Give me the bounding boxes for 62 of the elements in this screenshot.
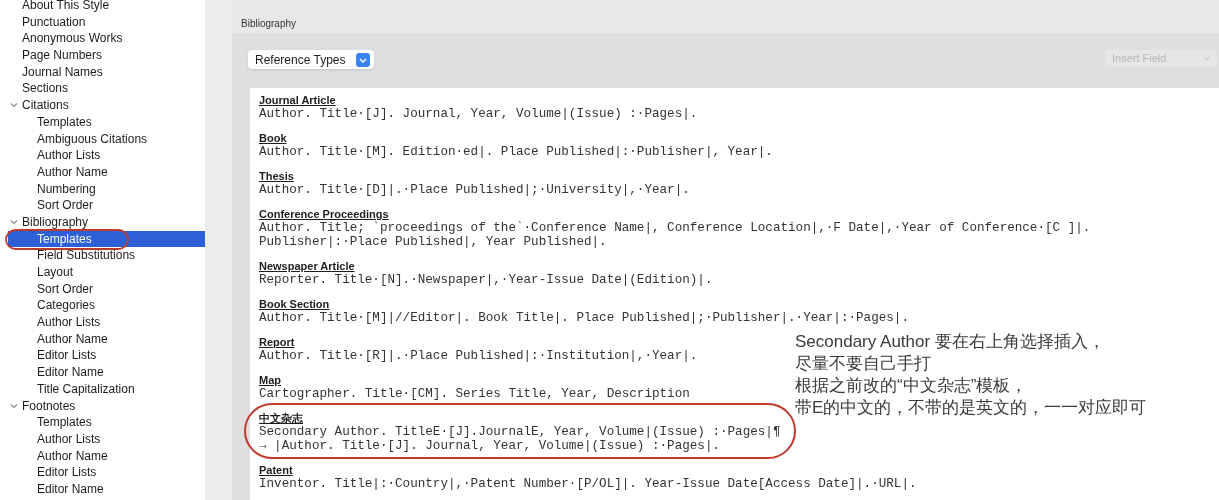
template-text: Author. Title·[R]|.·Place Published|:·Institution|,·Year|. xyxy=(259,349,698,363)
template-text: → |Author. Title·[J]. Journal, Year, Volume|(Issue) :·Pages|. xyxy=(259,439,720,453)
chevron-down-icon xyxy=(1203,56,1210,61)
template-text: Inventor. Title|:·Country|,·Patent Number·[P/OL]|. Year-Issue Date[Access Date]|.·URL|. xyxy=(259,477,917,491)
template-heading: Report xyxy=(259,335,295,349)
sidebar-item[interactable]: Author Lists xyxy=(8,147,205,164)
template-heading: Journal Article xyxy=(259,93,336,107)
chevron-icon xyxy=(10,401,18,410)
template-text: Author. Title; `proceedings of the`·Conference Name|, Conference Location|,·F Date|,·Year of Conference·[C ]|. Publisher|:·Place Published|, Year Published|. xyxy=(259,221,1092,249)
template-text: Author. Title·[M]. Edition·ed|. Place Published|:·Publisher|, Year|. xyxy=(259,145,773,159)
sidebar-item[interactable]: Categories xyxy=(8,297,205,315)
sidebar-item[interactable]: Templates xyxy=(8,113,205,131)
chevron-icon xyxy=(10,218,18,227)
annotation-text: 根据之前改的“中文杂志”模板， xyxy=(795,375,1029,397)
sidebar-item[interactable]: Field Substitutions xyxy=(8,247,205,264)
sidebar-group[interactable]: Citations xyxy=(8,97,205,114)
template-heading: 中文杂志 xyxy=(259,411,303,425)
annotation-text: Secondary Author 要在右上角选择插入， xyxy=(795,331,1106,353)
sidebar-item[interactable]: Author Lists xyxy=(8,314,205,331)
chevron-icon xyxy=(10,101,18,110)
sidebar-item[interactable]: Ambiguous Citations xyxy=(8,130,205,148)
template-heading: Patent xyxy=(259,463,293,477)
sidebar-item[interactable]: Author Name xyxy=(8,447,205,465)
sidebar-item[interactable]: Anonymous Works xyxy=(8,30,205,48)
sidebar-item[interactable]: Templates xyxy=(8,414,205,431)
sidebar-item[interactable]: Author Name xyxy=(8,330,205,348)
sidebar-item[interactable]: Sections xyxy=(8,80,205,98)
sidebar-item[interactable]: Page Numbers xyxy=(8,47,205,64)
template-heading: Newspaper Article xyxy=(259,259,355,273)
sidebar-item[interactable]: Editor Lists xyxy=(8,347,205,365)
chevron-down-icon xyxy=(355,52,370,67)
sidebar-item[interactable]: Numbering xyxy=(8,180,205,198)
sidebar-item[interactable]: Title Capitalization xyxy=(8,380,205,398)
reference-types-dropdown[interactable]: Reference Types xyxy=(248,50,374,69)
sidebar-item[interactable]: Editor Name xyxy=(8,364,205,381)
sidebar-item[interactable]: Author Lists xyxy=(8,430,205,448)
sidebar-item[interactable]: Editor Name xyxy=(8,480,205,498)
sidebar-item[interactable]: Journal Names xyxy=(8,63,205,81)
sidebar-item[interactable]: Sort Order xyxy=(8,280,205,298)
template-text: Author. Title·[M]|//Editor|. Book Title|. Place Published|;·Publisher|.·Year|:·Pages|. xyxy=(259,311,909,325)
sidebar-item[interactable]: Punctuation xyxy=(8,13,205,31)
sidebar-item[interactable]: About This Style xyxy=(8,0,205,14)
sidebar-item[interactable]: Editor Lists xyxy=(8,464,205,481)
template-heading: Map xyxy=(259,373,281,387)
annotation-text: 带E的中文的，不带的是英文的，一一对应即可 xyxy=(795,397,1147,419)
sidebar-item[interactable]: Author Name xyxy=(8,163,205,181)
template-text: Secondary Author. TitleE·[J].JournalE, Year, Volume|(Issue) :·Pages|¶ xyxy=(259,425,781,439)
sidebar-group[interactable]: Bibliography xyxy=(8,213,205,231)
template-text: Reporter. Title·[N].·Newspaper|,·Year-Issue Date|(Edition)|. xyxy=(259,273,713,287)
template-heading: Book xyxy=(259,131,287,145)
template-heading: Thesis xyxy=(259,169,294,183)
template-heading: Conference Proceedings xyxy=(259,207,389,221)
sidebar-group[interactable]: Footnotes xyxy=(8,397,205,415)
sidebar-item[interactable]: Templates xyxy=(8,230,205,248)
template-text: Cartographer. Title·[CM]. Series Title, Year, Description xyxy=(259,387,690,401)
template-text: Author. Title·[J]. Journal, Year, Volume|(Issue) :·Pages|. xyxy=(259,107,698,121)
annotation-text: 尽量不要自己手打 xyxy=(795,353,932,375)
sidebar-item[interactable]: Layout xyxy=(8,264,205,281)
sidebar-item[interactable]: Sort Order xyxy=(8,197,205,214)
template-heading: Book Section xyxy=(259,297,330,311)
section-title: Bibliography xyxy=(241,17,297,31)
template-text: Author. Title·[D]|.·Place Published|;·University|,·Year|. xyxy=(259,183,690,197)
